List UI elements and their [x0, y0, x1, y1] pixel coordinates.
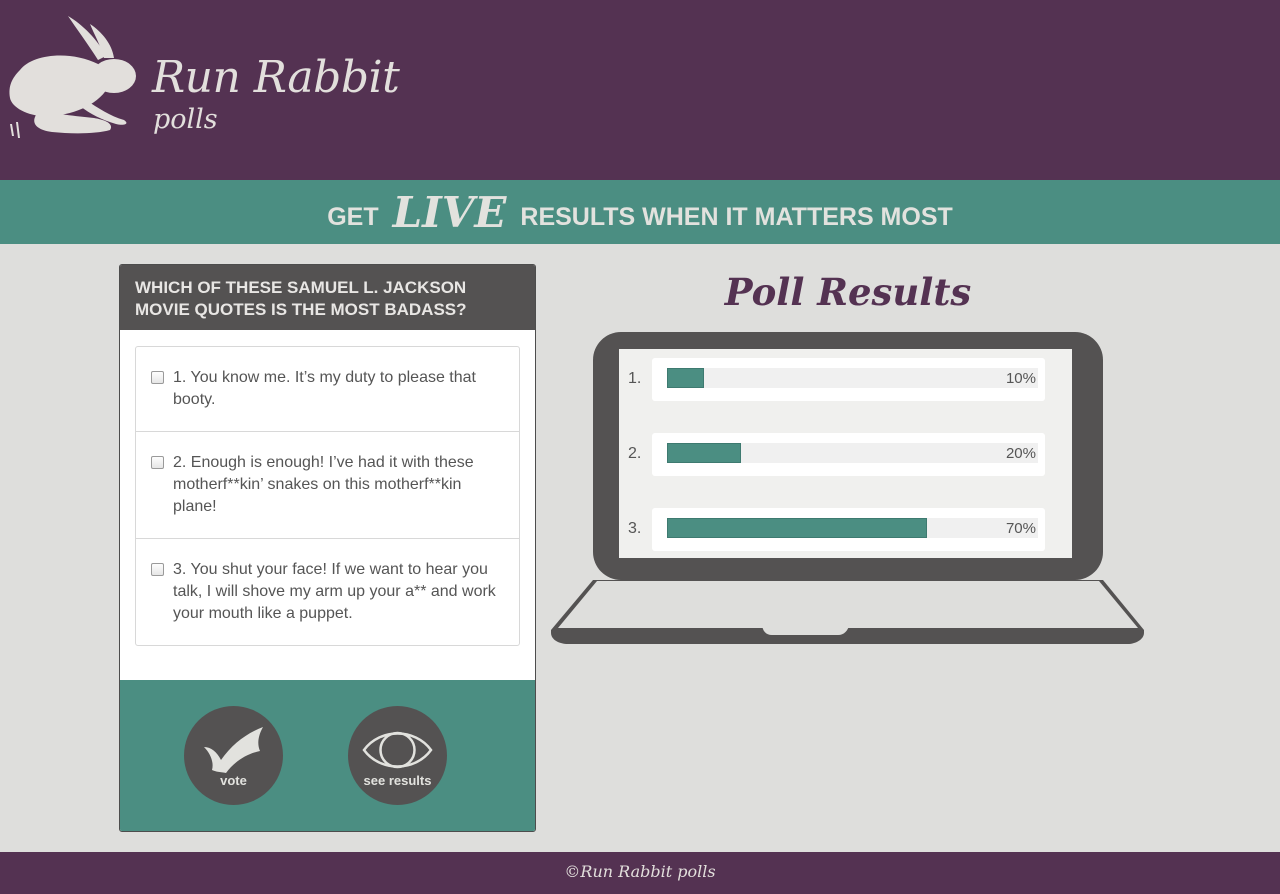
- poll-card: Which of these Samuel L. Jackson movie q…: [119, 264, 536, 832]
- option-checkbox[interactable]: [151, 563, 164, 576]
- site-footer: ©Run Rabbit polls: [0, 852, 1280, 894]
- result-bar-fill: [667, 368, 705, 388]
- footer-text: ©Run Rabbit polls: [564, 862, 716, 881]
- vote-label: vote: [220, 773, 247, 788]
- result-percent: 20%: [1005, 445, 1036, 462]
- checkmark-icon: [204, 727, 263, 773]
- option-label: 2. Enough is enough! I’ve had it with th…: [173, 454, 474, 515]
- result-box: 10%: [652, 358, 1045, 401]
- option-label: 3. You shut your face! If we want to hea…: [173, 561, 496, 622]
- poll-actions: vote see results: [120, 680, 535, 831]
- result-number: 2.: [628, 445, 642, 462]
- result-number: 3.: [628, 520, 642, 537]
- banner-post: RESULTS WHEN IT MATTERS MOST: [520, 202, 953, 231]
- result-row-2: 2. 20%: [619, 433, 1072, 477]
- results-title: Poll Results: [724, 270, 972, 314]
- result-row-3: 3. 70%: [619, 508, 1072, 552]
- poll-option-3[interactable]: 3. You shut your face! If we want to hea…: [136, 538, 519, 645]
- poll-option-2[interactable]: 2. Enough is enough! I’ve had it with th…: [136, 431, 519, 538]
- banner-pre: GET: [327, 202, 379, 231]
- result-bar-fill: [667, 518, 927, 538]
- eye-icon: [362, 731, 433, 769]
- poll-option-1[interactable]: 1. You know me. It’s my duty to please t…: [136, 347, 519, 431]
- option-label: 1. You know me. It’s my duty to please t…: [173, 369, 476, 408]
- result-bar-track: [667, 368, 1038, 388]
- result-percent: 10%: [1005, 370, 1036, 387]
- result-bar-track: [667, 518, 1038, 538]
- result-percent: 70%: [1005, 520, 1036, 537]
- result-number: 1.: [628, 370, 642, 387]
- option-checkbox[interactable]: [151, 371, 164, 384]
- result-bar-track: [667, 443, 1038, 463]
- option-checkbox[interactable]: [151, 456, 164, 469]
- result-row-1: 1. 10%: [619, 358, 1072, 402]
- poll-question: Which of these Samuel L. Jackson movie q…: [120, 265, 535, 330]
- tagline-banner: GET LIVE RESULTS WHEN IT MATTERS MOST: [0, 180, 1280, 244]
- banner-emphasis: LIVE: [392, 187, 507, 237]
- results-screen: 1. 10% 2. 20% 3. 70%: [619, 349, 1072, 558]
- result-box: 70%: [652, 508, 1045, 551]
- rabbit-icon: [9, 16, 136, 138]
- poll-options: 1. You know me. It’s my duty to please t…: [135, 346, 520, 646]
- result-bar-fill: [667, 443, 742, 463]
- brand-title: Run Rabbit: [152, 52, 400, 103]
- brand-subtitle: polls: [153, 104, 218, 135]
- see-results-button[interactable]: see results: [348, 706, 447, 805]
- site-header: Run Rabbit polls: [0, 0, 1280, 180]
- result-box: 20%: [652, 433, 1045, 476]
- vote-button[interactable]: vote: [184, 706, 283, 805]
- see-results-label: see results: [363, 773, 432, 788]
